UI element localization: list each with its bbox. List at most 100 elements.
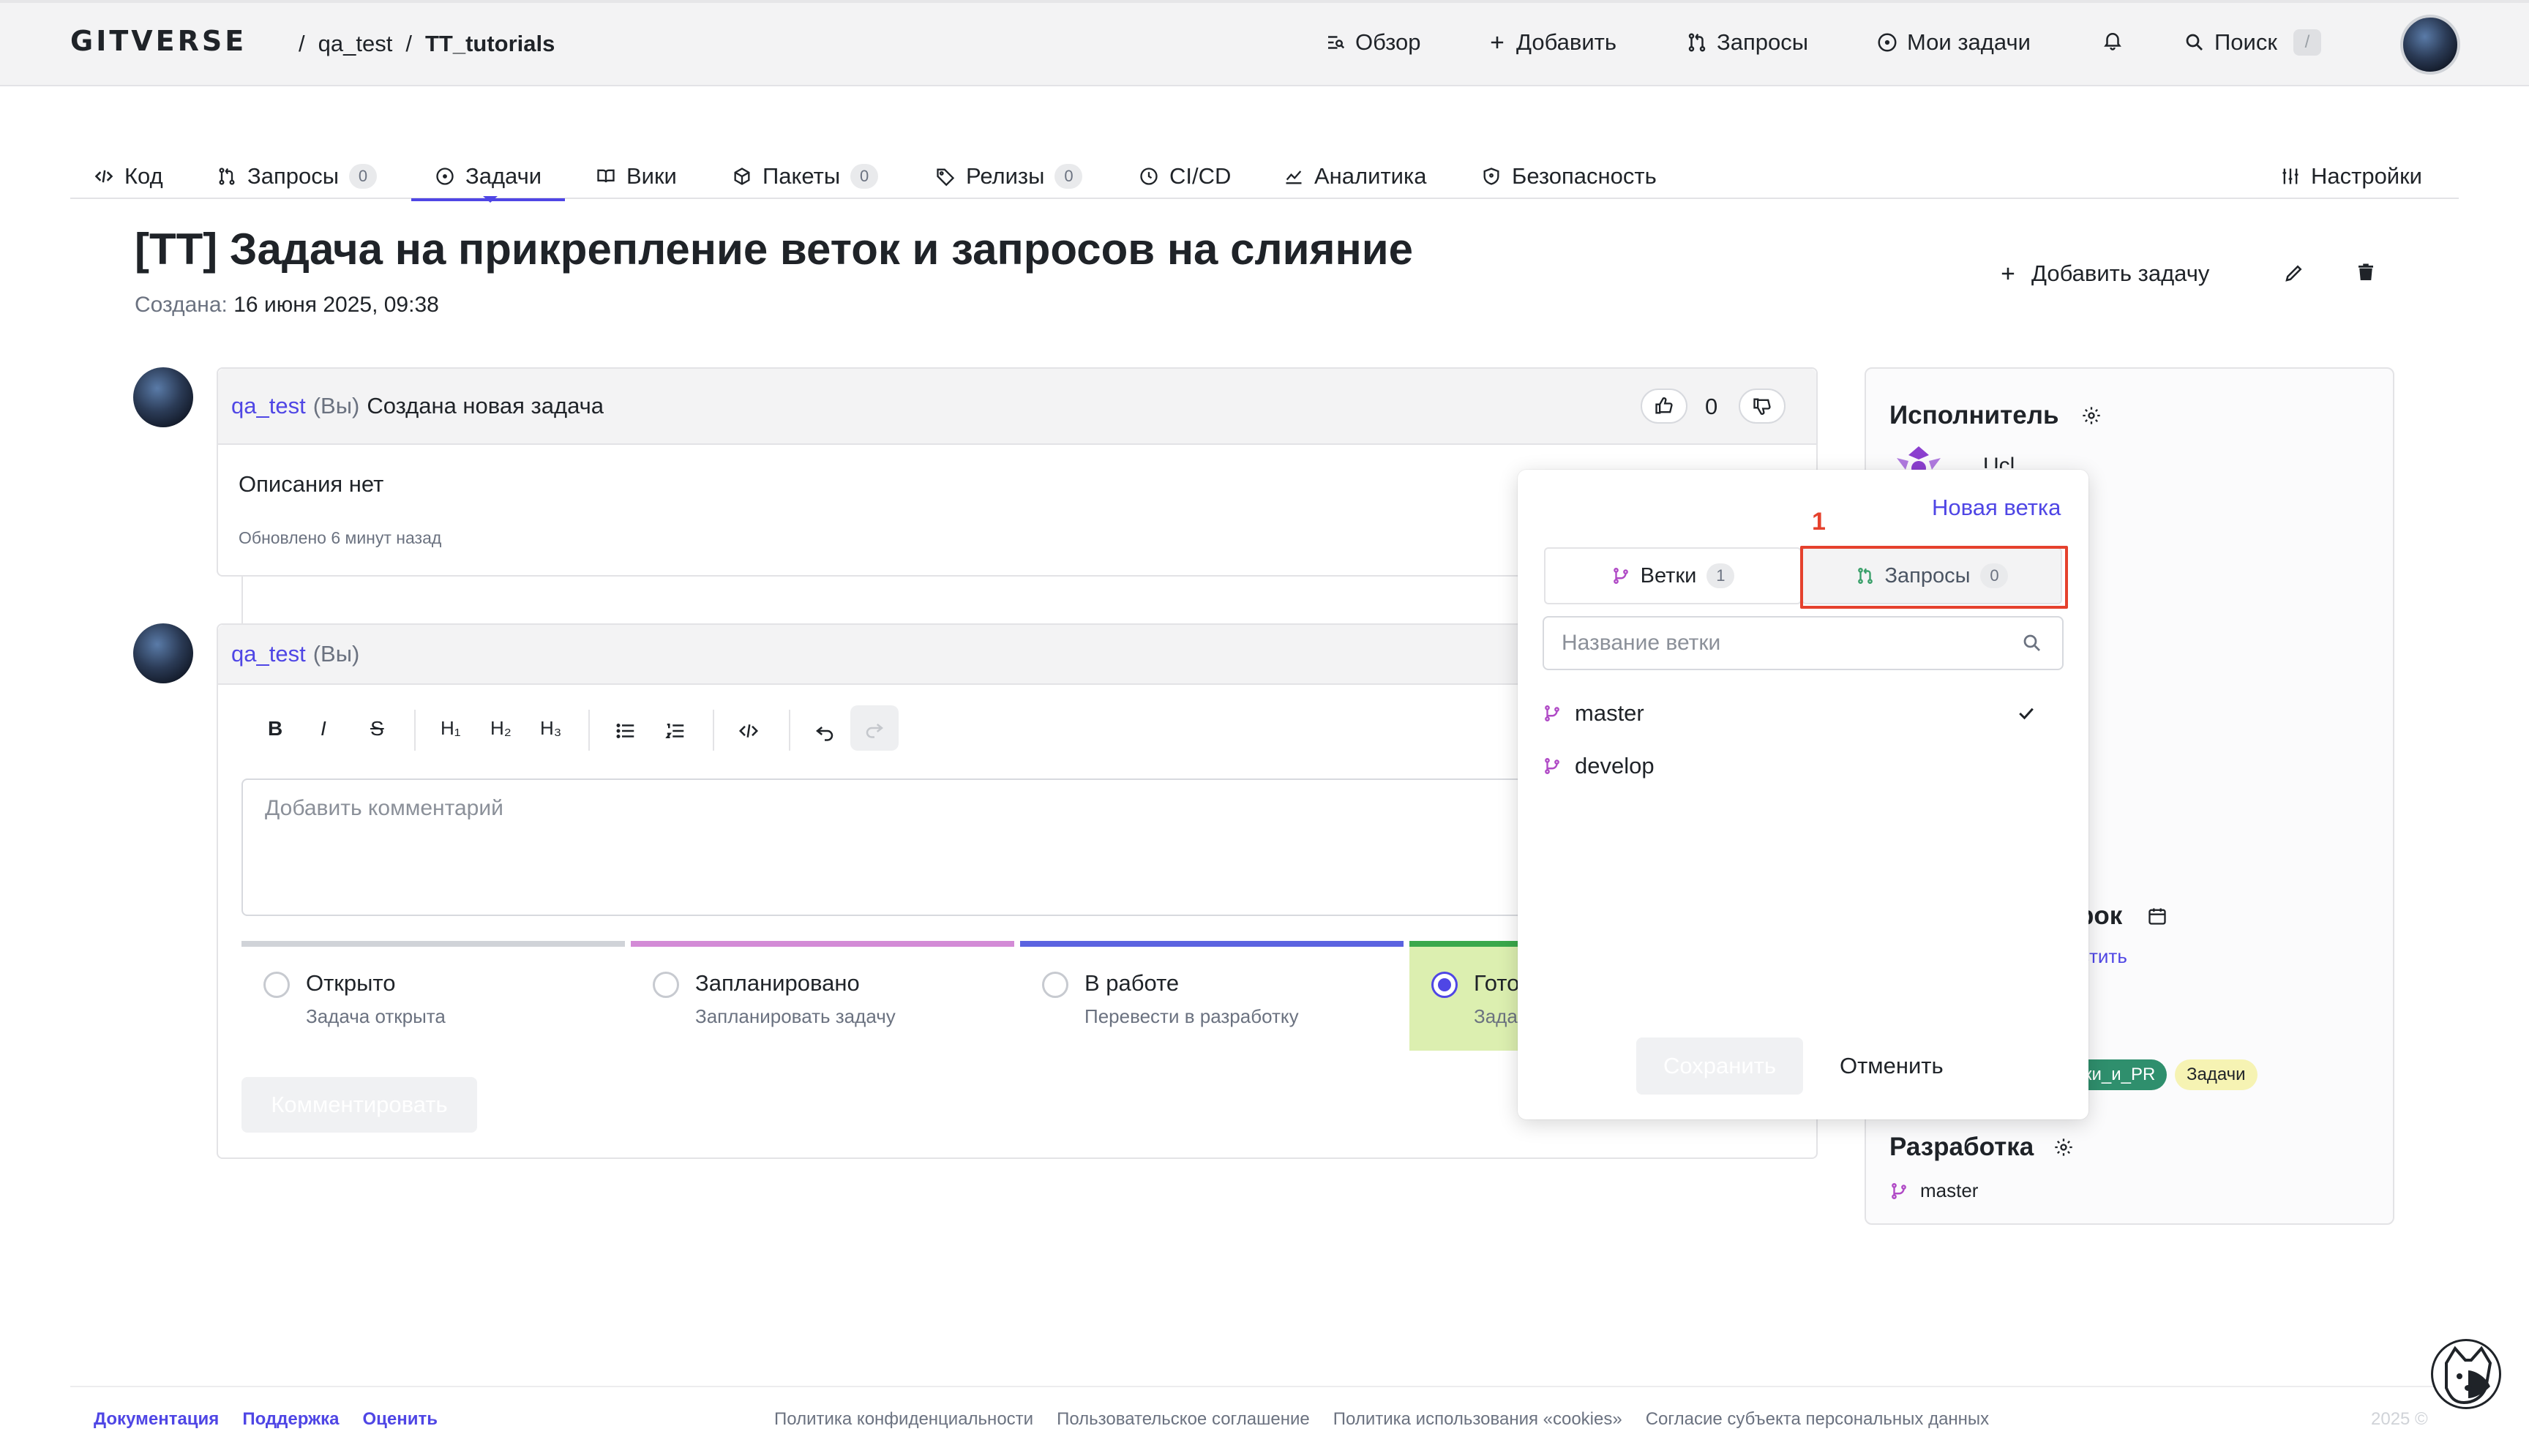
footer-links-primary: Документация Поддержка Оценить xyxy=(94,1409,438,1430)
tab-count-badge: 0 xyxy=(349,164,378,189)
branch-option-master[interactable]: master xyxy=(1543,688,2064,739)
italic-button[interactable]: I xyxy=(321,717,326,740)
tab-packages[interactable]: Пакеты 0 xyxy=(732,154,879,199)
tab-releases[interactable]: Релизы 0 xyxy=(935,154,1083,199)
heading1-button[interactable]: H₁ xyxy=(441,717,461,740)
footer-link-support[interactable]: Поддержка xyxy=(242,1409,339,1430)
tab-branches[interactable]: Ветки 1 xyxy=(1544,547,1802,604)
branch-icon xyxy=(1611,566,1630,585)
bullet-list-icon xyxy=(615,720,637,742)
undo-button[interactable] xyxy=(814,720,836,742)
calendar-icon[interactable] xyxy=(2147,906,2168,926)
tab-requests[interactable]: Запросы 0 xyxy=(217,154,378,199)
tab-issues[interactable]: Задачи xyxy=(411,154,566,201)
tab-count-badge: 1 xyxy=(1706,563,1735,588)
status-bar-planned xyxy=(631,941,1014,947)
gear-icon xyxy=(2053,1137,2074,1157)
branch-search-input[interactable] xyxy=(1562,618,2001,669)
tab-count-badge: 0 xyxy=(850,164,879,189)
status-radio[interactable] xyxy=(1042,972,1068,998)
status-option-planned[interactable]: Запланировано Запланировать задачу xyxy=(631,941,1014,1051)
tab-cicd[interactable]: CI/CD xyxy=(1139,154,1231,199)
sliders-icon xyxy=(2280,166,2301,187)
comment-author[interactable]: qa_test xyxy=(231,393,306,419)
branch-icon xyxy=(1543,704,1562,723)
thumbs-up-button[interactable] xyxy=(1641,389,1687,424)
search-icon xyxy=(2021,632,2043,654)
editor-author[interactable]: qa_test xyxy=(231,641,306,667)
created-date: Создана: 16 июня 2025, 09:38 xyxy=(135,293,439,317)
status-radio[interactable] xyxy=(263,972,290,998)
footer-link-privacy[interactable]: Политика конфиденциальности xyxy=(774,1409,1033,1430)
ordered-list-button[interactable] xyxy=(664,720,686,742)
undo-icon xyxy=(814,720,836,742)
nav-overview[interactable]: Обзор xyxy=(1325,29,1421,56)
linked-branch[interactable]: master xyxy=(1889,1179,1978,1202)
footer-link-agreement[interactable]: Пользовательское соглашение xyxy=(1057,1409,1310,1430)
tab-code[interactable]: Код xyxy=(94,154,163,199)
development-settings-button[interactable] xyxy=(2053,1137,2074,1157)
package-icon xyxy=(732,166,752,187)
branch-option-develop[interactable]: develop xyxy=(1543,740,2064,792)
nav-search[interactable]: Поиск / xyxy=(2184,29,2321,56)
cancel-button[interactable]: Отменить xyxy=(1840,1037,1944,1095)
new-branch-link[interactable]: Новая ветка xyxy=(1932,495,2061,521)
status-option-open[interactable]: Открыто Задача открыта xyxy=(241,941,625,1051)
assignee-settings-button[interactable] xyxy=(2081,405,2102,426)
nav-my-tasks[interactable]: Мои задачи xyxy=(1876,29,2031,56)
thumbs-down-button[interactable] xyxy=(1739,389,1786,424)
nav-requests[interactable]: Запросы xyxy=(1686,29,1808,56)
user-avatar[interactable] xyxy=(2400,15,2460,75)
heading3-button[interactable]: H₃ xyxy=(540,717,561,740)
comment-action: Создана новая задача xyxy=(367,393,604,419)
breadcrumb-owner[interactable]: qa_test xyxy=(318,31,393,57)
bullet-list-button[interactable] xyxy=(615,720,637,742)
assignee-heading: Исполнитель xyxy=(1889,401,2059,429)
tab-security[interactable]: Безопасность xyxy=(1481,154,1657,199)
footer-link-cookies[interactable]: Политика использования «cookies» xyxy=(1333,1409,1622,1430)
heading2-button[interactable]: H₂ xyxy=(490,717,512,740)
ordered-list-icon xyxy=(664,720,686,742)
tab-analytics[interactable]: Аналитика xyxy=(1284,154,1426,199)
search-icon xyxy=(2184,31,2206,53)
tab-settings[interactable]: Настройки xyxy=(2280,154,2422,199)
assignee-avatar[interactable] xyxy=(1889,443,1948,473)
edit-button[interactable] xyxy=(2283,262,2305,284)
gitverse-logo[interactable]: GITVERSE xyxy=(70,25,247,57)
footer-link-rate[interactable]: Оценить xyxy=(362,1409,438,1430)
thumbs-down-icon xyxy=(1752,396,1772,416)
pull-request-icon xyxy=(217,166,237,187)
comment-submit-button[interactable]: Комментировать xyxy=(241,1077,477,1133)
breadcrumb-separator: / xyxy=(405,31,412,56)
breadcrumb-repo[interactable]: TT_tutorials xyxy=(425,31,555,57)
tag-icon xyxy=(935,166,956,187)
reaction-count: 0 xyxy=(1705,394,1718,419)
check-icon xyxy=(2015,702,2037,724)
bold-button[interactable]: B xyxy=(268,717,282,740)
updated-time: Обновлено 6 минут назад xyxy=(239,528,442,547)
delete-button[interactable] xyxy=(2355,262,2377,284)
strikethrough-button[interactable]: S xyxy=(370,717,384,740)
branch-icon xyxy=(1889,1182,1908,1201)
book-icon xyxy=(596,166,616,187)
footer-link-consent[interactable]: Согласие субъекта персональных данных xyxy=(1646,1409,1989,1430)
toolbar-divider xyxy=(713,710,714,751)
nav-add[interactable]: Добавить xyxy=(1487,29,1616,56)
dog-mascot-icon xyxy=(2433,1341,2499,1407)
bell-icon xyxy=(2102,29,2124,51)
redo-button[interactable] xyxy=(850,705,899,751)
save-button[interactable]: Сохранить xyxy=(1636,1037,1803,1095)
comment-author-avatar[interactable] xyxy=(133,367,193,427)
tab-wiki[interactable]: Вики xyxy=(596,154,677,199)
status-radio[interactable] xyxy=(653,972,679,998)
breadcrumb-separator: / xyxy=(299,31,305,56)
label-badge[interactable]: Задачи xyxy=(2175,1059,2258,1090)
help-mascot-button[interactable] xyxy=(2431,1339,2501,1409)
notifications-button[interactable] xyxy=(2102,29,2124,51)
code-button[interactable] xyxy=(738,720,760,742)
status-option-in-progress[interactable]: В работе Перевести в разработку xyxy=(1020,941,1404,1051)
footer-link-docs[interactable]: Документация xyxy=(94,1409,219,1430)
add-task-button[interactable]: Добавить задачу xyxy=(1998,260,2209,287)
current-user-avatar xyxy=(133,623,193,683)
status-radio-selected[interactable] xyxy=(1431,972,1458,998)
